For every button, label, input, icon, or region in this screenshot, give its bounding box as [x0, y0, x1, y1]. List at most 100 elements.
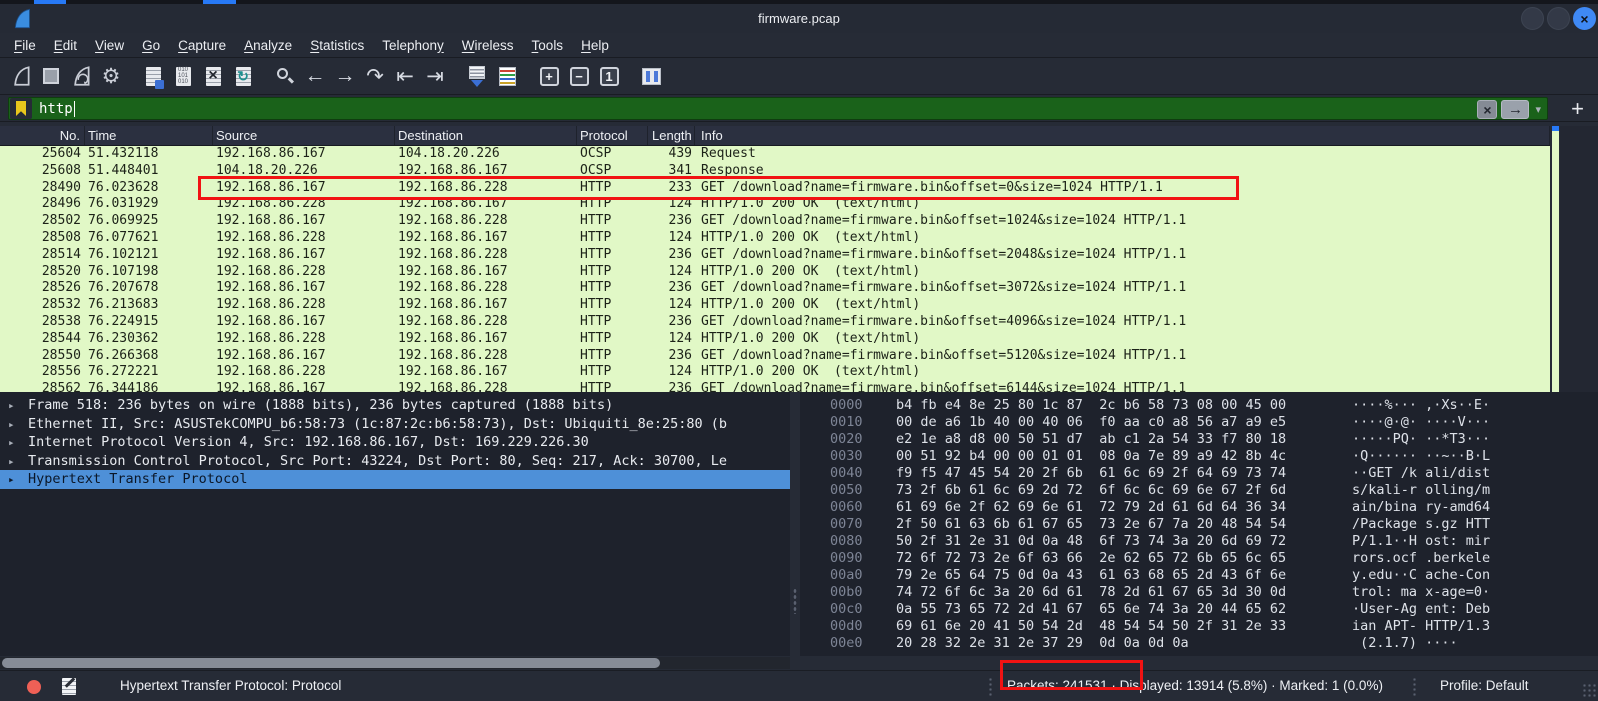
go-to-packet-icon[interactable]: ↷	[360, 62, 390, 90]
hex-row[interactable]: 0000b4 fb e4 8e 25 80 1c 87 2c b6 58 73 …	[800, 397, 1598, 414]
packet-cell-dst[interactable]: 192.168.86.167	[395, 331, 577, 348]
packet-cell-time[interactable]: 76.230362	[85, 331, 213, 348]
packet-row[interactable]: 2855076.266368192.168.86.167192.168.86.2…	[0, 348, 1550, 365]
packet-cell-time[interactable]: 76.272221	[85, 364, 213, 381]
go-back-icon[interactable]: ←	[300, 62, 330, 90]
packet-list-scrollbar-minimap[interactable]	[1552, 126, 1559, 392]
hex-ascii[interactable]: P/1.1··H ost: mir	[1352, 533, 1490, 550]
packet-cell-src[interactable]: 192.168.86.228	[213, 297, 395, 314]
packet-cell-proto[interactable]: HTTP	[577, 364, 648, 381]
packet-cell-proto[interactable]: HTTP	[577, 348, 648, 365]
hex-bytes[interactable]: 2f 50 61 63 6b 61 67 65 73 2e 67 7a 20 4…	[896, 516, 1352, 533]
details-horizontal-scrollbar[interactable]	[0, 657, 790, 669]
packet-cell-no[interactable]: 28550	[0, 348, 85, 365]
filter-apply-button[interactable]: →	[1501, 100, 1529, 119]
hex-row[interactable]: 001000 de a6 1b 40 00 40 06 f0 aa c0 a8 …	[800, 414, 1598, 431]
column-header-no[interactable]: No.	[0, 126, 85, 145]
hex-bytes[interactable]: 0a 55 73 65 72 2d 41 67 65 6e 74 3a 20 4…	[896, 601, 1352, 618]
hex-bytes[interactable]: 74 72 6f 6c 3a 20 6d 61 78 2d 61 67 65 3…	[896, 584, 1352, 601]
packet-cell-proto[interactable]: HTTP	[577, 264, 648, 281]
packet-cell-len[interactable]: 439	[648, 146, 695, 163]
detail-line[interactable]: ▸Internet Protocol Version 4, Src: 192.1…	[0, 433, 790, 452]
menu-item-edit[interactable]: Edit	[45, 38, 86, 53]
packet-cell-info[interactable]: HTTP/1.0 200 OK (text/html)	[695, 331, 1550, 348]
save-file-icon[interactable]: 010101010	[168, 62, 198, 90]
hex-ascii[interactable]: ··GET /k ali/dist	[1352, 465, 1490, 482]
packet-cell-src[interactable]: 192.168.86.167	[213, 314, 395, 331]
packet-cell-len[interactable]: 236	[648, 213, 695, 230]
packet-cell-src[interactable]: 192.168.86.228	[213, 230, 395, 247]
hex-ascii[interactable]: y.edu··C ache-Con	[1352, 567, 1490, 584]
filter-clear-button[interactable]: ×	[1477, 100, 1497, 119]
packet-cell-info[interactable]: Request	[695, 146, 1550, 163]
hex-ascii[interactable]: ····%··· ,·Xs··E·	[1352, 397, 1490, 414]
packet-row[interactable]: 2850276.069925192.168.86.167192.168.86.2…	[0, 213, 1550, 230]
titlebar[interactable]: firmware.pcap ×	[0, 4, 1598, 33]
packet-cell-dst[interactable]: 192.168.86.228	[395, 280, 577, 297]
filter-add-button[interactable]: +	[1571, 95, 1584, 122]
packet-cell-dst[interactable]: 192.168.86.228	[395, 381, 577, 392]
packet-cell-info[interactable]: HTTP/1.0 200 OK (text/html)	[695, 230, 1550, 247]
hex-row[interactable]: 00d069 61 6e 20 41 50 54 2d 48 54 54 50 …	[800, 618, 1598, 635]
packet-row[interactable]: 2560451.432118192.168.86.167104.18.20.22…	[0, 146, 1550, 163]
normal-size-icon[interactable]: 1	[594, 62, 624, 90]
packet-row[interactable]: 2852676.207678192.168.86.167192.168.86.2…	[0, 280, 1550, 297]
packet-cell-time[interactable]: 76.077621	[85, 230, 213, 247]
packet-cell-info[interactable]: GET /download?name=firmware.bin&offset=5…	[695, 348, 1550, 365]
packet-cell-no[interactable]: 25604	[0, 146, 85, 163]
detail-line[interactable]: ▸Frame 518: 236 bytes on wire (1888 bits…	[0, 396, 790, 415]
hex-bytes[interactable]: 50 2f 31 2e 31 0d 0a 48 6f 73 74 3a 20 6…	[896, 533, 1352, 550]
packet-cell-len[interactable]: 124	[648, 364, 695, 381]
packet-list-scrollbar-track[interactable]	[1560, 126, 1598, 392]
packet-cell-info[interactable]: GET /download?name=firmware.bin&offset=4…	[695, 314, 1550, 331]
packet-cell-dst[interactable]: 192.168.86.167	[395, 364, 577, 381]
hex-bytes[interactable]: 00 51 92 b4 00 00 01 01 08 0a 7e 89 a9 4…	[896, 448, 1352, 465]
packet-cell-proto[interactable]: OCSP	[577, 146, 648, 163]
packet-cell-proto[interactable]: HTTP	[577, 213, 648, 230]
packet-cell-src[interactable]: 192.168.86.167	[213, 280, 395, 297]
column-header-time[interactable]: Time	[85, 126, 213, 145]
zoom-out-icon[interactable]: −	[564, 62, 594, 90]
hex-row[interactable]: 00e020 28 32 2e 31 2e 37 29 0d 0a 0d 0a …	[800, 635, 1598, 652]
packet-cell-info[interactable]: GET /download?name=firmware.bin&offset=1…	[695, 213, 1550, 230]
hex-ascii[interactable]: ain/bina ry-amd64	[1352, 499, 1490, 516]
packet-cell-dst[interactable]: 192.168.86.228	[395, 247, 577, 264]
scrollbar-thumb[interactable]	[2, 658, 660, 668]
packet-cell-src[interactable]: 192.168.86.167	[213, 146, 395, 163]
packet-cell-src[interactable]: 192.168.86.228	[213, 331, 395, 348]
capture-comment-icon[interactable]	[62, 678, 76, 695]
packet-cell-no[interactable]: 28538	[0, 314, 85, 331]
hex-ascii[interactable]: /Package s.gz HTT	[1352, 516, 1490, 533]
hex-bytes[interactable]: 73 2f 6b 61 6c 69 2d 72 6f 6c 6c 69 6e 6…	[896, 482, 1352, 499]
packet-cell-dst[interactable]: 192.168.86.228	[395, 213, 577, 230]
hex-ascii[interactable]: trol: ma x-age=0·	[1352, 584, 1490, 601]
packet-cell-no[interactable]: 28562	[0, 381, 85, 392]
packet-cell-time[interactable]: 76.069925	[85, 213, 213, 230]
packet-cell-proto[interactable]: HTTP	[577, 280, 648, 297]
close-button[interactable]: ×	[1573, 7, 1596, 30]
hex-row[interactable]: 006061 69 6e 2f 62 69 6e 61 72 79 2d 61 …	[800, 499, 1598, 516]
packet-cell-info[interactable]: GET /download?name=firmware.bin&offset=6…	[695, 381, 1550, 392]
packet-cell-time[interactable]: 76.102121	[85, 247, 213, 264]
packet-cell-proto[interactable]: HTTP	[577, 381, 648, 392]
expand-arrow-icon[interactable]: ▸	[8, 453, 28, 471]
packet-cell-proto[interactable]: HTTP	[577, 230, 648, 247]
packet-cell-time[interactable]: 51.432118	[85, 146, 213, 163]
detail-line[interactable]: ▸Transmission Control Protocol, Src Port…	[0, 452, 790, 471]
packet-cell-no[interactable]: 28520	[0, 264, 85, 281]
packet-cell-no[interactable]: 28532	[0, 297, 85, 314]
filter-dropdown-icon[interactable]: ▾	[1533, 103, 1543, 116]
packet-row[interactable]: 2855676.272221192.168.86.228192.168.86.1…	[0, 364, 1550, 381]
filter-bookmark-icon[interactable]	[10, 98, 32, 119]
packet-cell-dst[interactable]: 192.168.86.167	[395, 230, 577, 247]
packet-cell-dst[interactable]: 104.18.20.226	[395, 146, 577, 163]
go-last-packet-icon[interactable]: ⇥	[420, 62, 450, 90]
start-capture-icon[interactable]	[6, 62, 36, 90]
packet-cell-len[interactable]: 236	[648, 314, 695, 331]
packet-cell-len[interactable]: 236	[648, 280, 695, 297]
packet-cell-time[interactable]: 76.344186	[85, 381, 213, 392]
menu-item-capture[interactable]: Capture	[169, 38, 235, 53]
hex-ascii[interactable]: ian APT- HTTP/1.3	[1352, 618, 1490, 635]
packet-cell-proto[interactable]: HTTP	[577, 331, 648, 348]
packet-cell-info[interactable]: HTTP/1.0 200 OK (text/html)	[695, 264, 1550, 281]
